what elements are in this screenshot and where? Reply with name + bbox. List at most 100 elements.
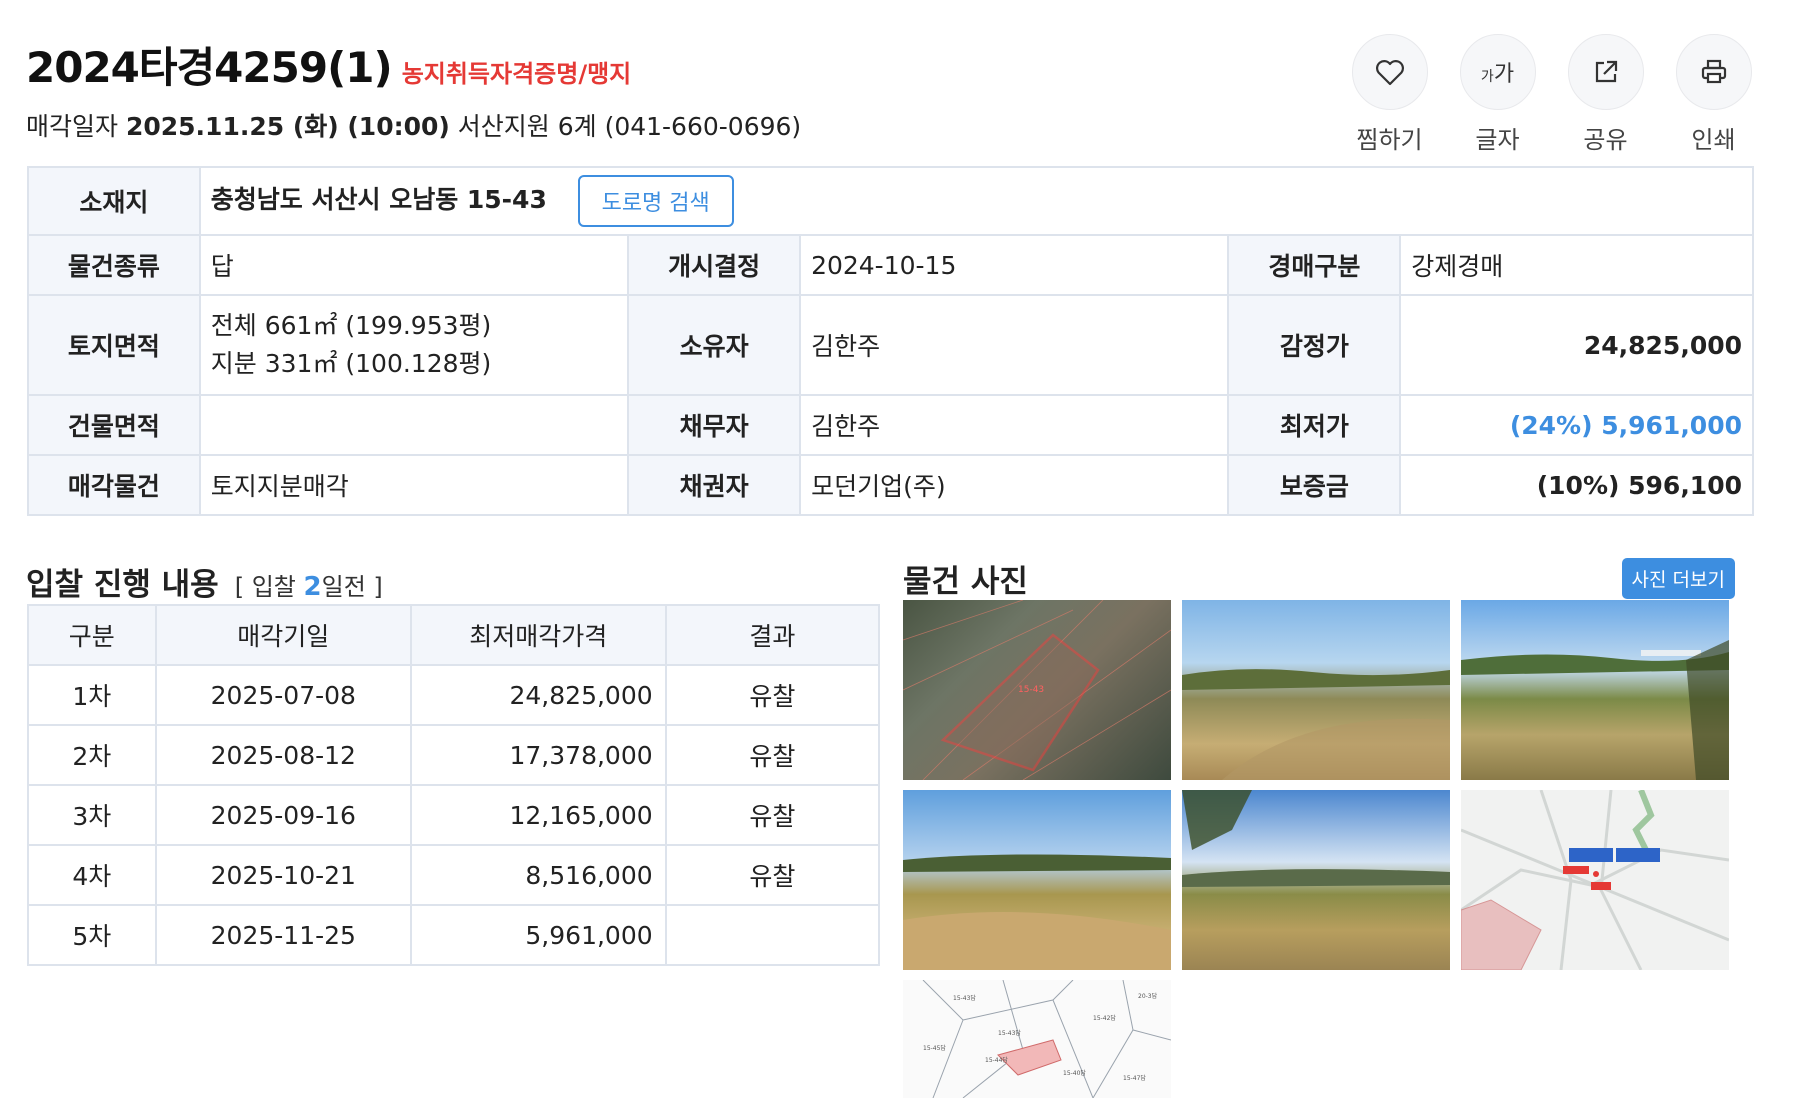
- info-label: 경매구분: [1227, 234, 1402, 296]
- location-label: 소재지: [27, 166, 201, 236]
- info-label: 소유자: [627, 294, 802, 396]
- bid-date: 2025-07-08: [154, 664, 412, 726]
- bid-price: 17,378,000: [409, 724, 667, 786]
- info-label: 개시결정: [627, 234, 802, 296]
- bid-price: 8,516,000: [409, 844, 667, 906]
- bid-result: 유찰: [664, 724, 881, 786]
- bid-date: 2025-09-16: [154, 784, 412, 846]
- bid-countdown-days: 2: [303, 572, 322, 602]
- aerial-photo[interactable]: 15-43: [903, 600, 1171, 780]
- info-label: 채권자: [627, 454, 802, 516]
- info-label: 건물면적: [27, 394, 201, 456]
- bid-date: 2025-10-21: [154, 844, 412, 906]
- bid-header: 구분: [27, 604, 157, 666]
- field-photo[interactable]: [1461, 600, 1729, 780]
- bid-round: 1차: [27, 664, 157, 726]
- photo-section-header: 물건 사진 사진 더보기: [903, 556, 1735, 601]
- info-row: 토지면적 전체 661㎡ (199.953평) 지분 331㎡ (100.128…: [27, 294, 1754, 396]
- cadastral-label: 15-45답: [923, 1045, 946, 1052]
- heart-icon: [1351, 34, 1428, 110]
- bid-title: 입찰 진행 내용: [26, 567, 219, 603]
- print-button[interactable]: 인쇄: [1675, 34, 1752, 155]
- bid-price: 5,961,000: [409, 904, 667, 966]
- field-photo[interactable]: [1182, 790, 1450, 970]
- court-info: 서산지원 6계 (041-660-0696): [457, 112, 802, 141]
- sale-date-label: 매각일자: [26, 112, 119, 141]
- bid-countdown-prefix: [ 입찰: [234, 573, 296, 601]
- bid-countdown-suffix: 일전 ]: [321, 573, 383, 601]
- table-row: 2차 2025-08-12 17,378,000 유찰: [27, 724, 881, 786]
- info-row: 물건종류 답 개시결정 2024-10-15 경매구분 강제경매: [27, 234, 1754, 296]
- info-label: 채무자: [627, 394, 802, 456]
- bid-section-title: 입찰 진행 내용 [ 입찰 2일전 ]: [26, 559, 383, 604]
- info-value: 강제경매: [1399, 234, 1754, 296]
- share-icon: [1567, 34, 1644, 110]
- bid-round: 5차: [27, 904, 157, 966]
- table-row: 5차 2025-11-25 5,961,000: [27, 904, 881, 966]
- bid-header: 결과: [664, 604, 881, 666]
- info-label: 최저가: [1227, 394, 1402, 456]
- info-row: 건물면적 채무자 김한주 최저가 (24%) 5,961,000: [27, 394, 1754, 456]
- bid-round: 2차: [27, 724, 157, 786]
- bid-header-row: 구분 매각기일 최저매각가격 결과: [27, 604, 881, 666]
- cadastral-label: 15-44답: [985, 1057, 1008, 1064]
- info-value: 모던기업(주): [799, 454, 1230, 516]
- deposit-value: (10%) 596,100: [1399, 454, 1754, 516]
- bid-history-table: 구분 매각기일 최저매각가격 결과 1차 2025-07-08 24,825,0…: [27, 604, 881, 966]
- cadastral-label: 20-3답: [1138, 993, 1158, 1000]
- cadastral-label: 15-42답: [1093, 1015, 1116, 1022]
- bid-header: 최저매각가격: [409, 604, 667, 666]
- sale-info: 매각일자 2025.11.25 (화) (10:00) 서산지원 6계 (041…: [26, 107, 801, 143]
- cadastral-label: 15-47답: [1123, 1075, 1146, 1082]
- info-label: 감정가: [1227, 294, 1402, 396]
- case-title-row: 2024타경4259(1) 농지취득자격증명/맹지: [26, 34, 801, 95]
- cadastral-label: 15-40답: [1063, 1070, 1086, 1077]
- info-value: 2024-10-15: [799, 234, 1230, 296]
- cadastral-label: 15-43답: [953, 995, 976, 1002]
- land-area-total: 전체 661㎡ (199.953평): [210, 311, 492, 340]
- field-photo[interactable]: [903, 790, 1171, 970]
- print-icon: [1675, 34, 1752, 110]
- sale-date: 2025.11.25 (화) (10:00): [125, 112, 450, 141]
- bid-result: 유찰: [664, 844, 881, 906]
- action-bar: 찜하기 가가 글자 공유 인쇄: [1351, 34, 1752, 155]
- share-label: 공유: [1583, 126, 1628, 154]
- font-size-icon: 가가: [1459, 34, 1536, 110]
- bid-price: 24,825,000: [409, 664, 667, 726]
- location-cell: 충청남도 서산시 오남동 15-43 도로명 검색: [198, 166, 1755, 236]
- bid-date: 2025-08-12: [154, 724, 412, 786]
- location-row: 소재지 충청남도 서산시 오남동 15-43 도로명 검색: [27, 166, 1755, 236]
- land-area-share: 지분 331㎡ (100.128평): [210, 349, 492, 378]
- info-value: 토지지분매각: [198, 454, 630, 516]
- table-row: 1차 2025-07-08 24,825,000 유찰: [27, 664, 881, 726]
- location-address: 충청남도 서산시 오남동 15-43: [210, 185, 547, 214]
- bid-price: 12,165,000: [409, 784, 667, 846]
- font-size-button[interactable]: 가가 글자: [1459, 34, 1536, 155]
- case-header: 2024타경4259(1) 농지취득자격증명/맹지 매각일자 2025.11.2…: [26, 34, 801, 143]
- favorite-label: 찜하기: [1356, 126, 1423, 154]
- bid-result: 유찰: [664, 664, 881, 726]
- info-row: 매각물건 토지지분매각 채권자 모던기업(주) 보증금 (10%) 596,10…: [27, 454, 1754, 516]
- table-row: 3차 2025-09-16 12,165,000 유찰: [27, 784, 881, 846]
- parcel-label: 15-43: [1018, 685, 1044, 695]
- bid-round: 4차: [27, 844, 157, 906]
- property-info-table: 소재지 충청남도 서산시 오남동 15-43 도로명 검색 물건종류 답 개시결…: [27, 166, 1755, 516]
- share-button[interactable]: 공유: [1567, 34, 1644, 155]
- cadastral-map[interactable]: 15-43답 15-43답 15-44답 15-42답 20-3답 15-40답…: [903, 980, 1171, 1098]
- info-value: [198, 394, 630, 456]
- favorite-button[interactable]: 찜하기: [1351, 34, 1428, 155]
- road-name-search-button[interactable]: 도로명 검색: [577, 175, 734, 227]
- info-label: 보증금: [1227, 454, 1402, 516]
- bid-date: 2025-11-25: [154, 904, 412, 966]
- info-value: 답: [198, 234, 630, 296]
- land-area-cell: 전체 661㎡ (199.953평) 지분 331㎡ (100.128평): [198, 294, 630, 396]
- location-map[interactable]: [1461, 790, 1729, 970]
- case-number: 2024타경4259(1): [26, 43, 393, 92]
- case-tag: 농지취득자격증명/맹지: [401, 60, 632, 88]
- bid-result: [664, 904, 881, 966]
- more-photos-button[interactable]: 사진 더보기: [1621, 558, 1735, 599]
- print-label: 인쇄: [1691, 126, 1736, 154]
- photo-section-title: 물건 사진: [903, 564, 1028, 600]
- field-photo[interactable]: [1182, 600, 1450, 780]
- font-size-label: 글자: [1475, 126, 1520, 154]
